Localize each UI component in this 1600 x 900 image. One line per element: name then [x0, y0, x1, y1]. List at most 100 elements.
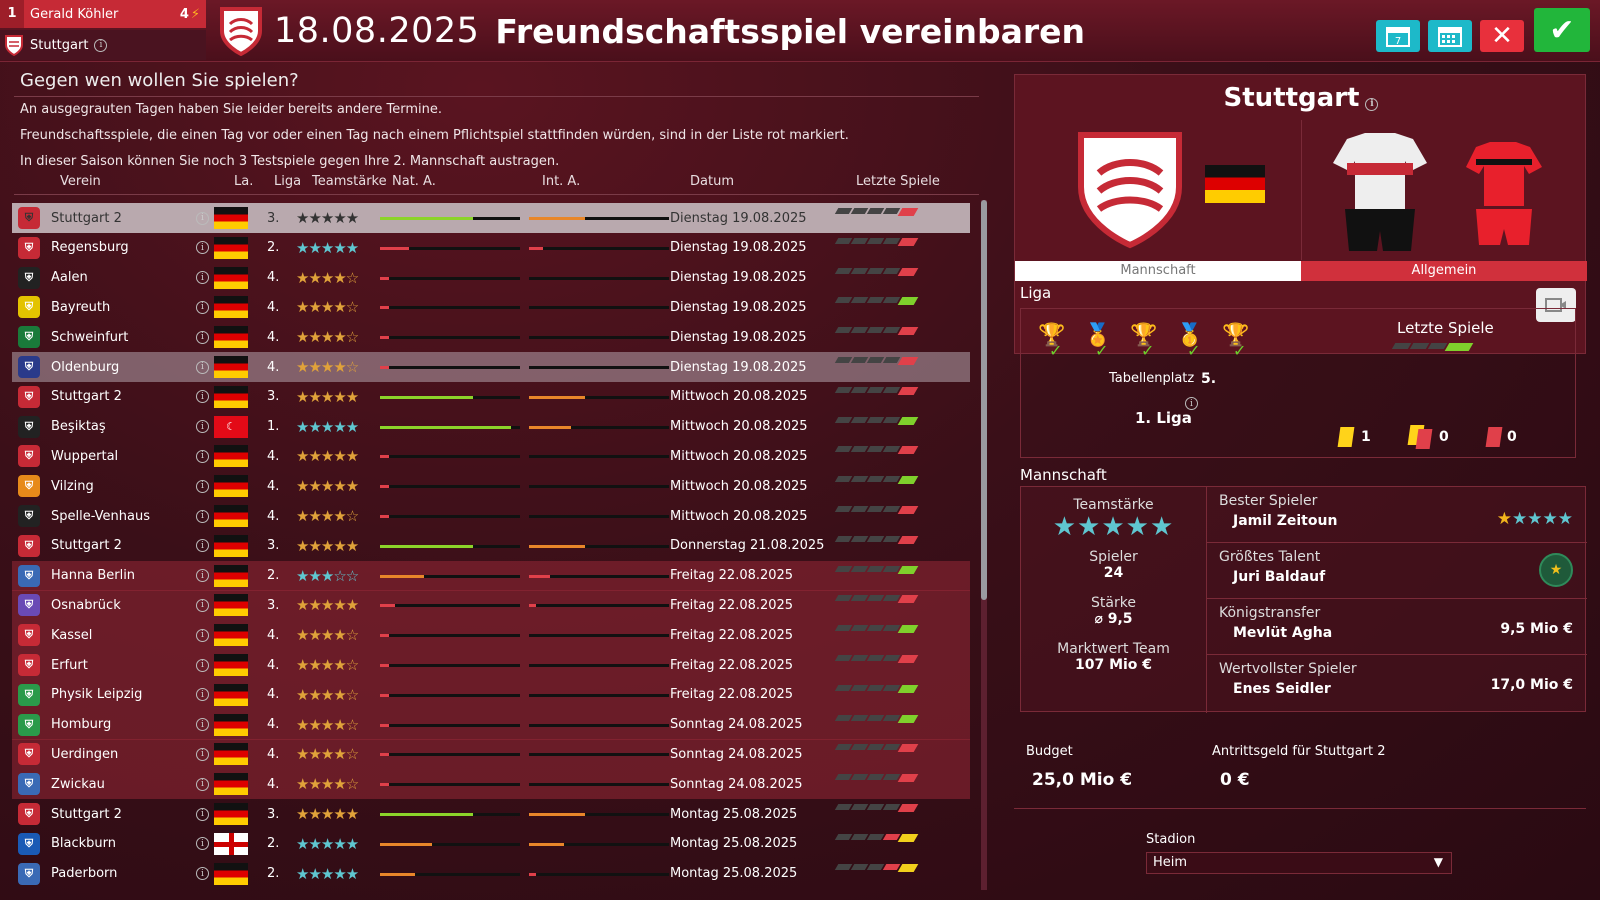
tab-team[interactable]: Mannschaft [1015, 261, 1301, 281]
info-icon[interactable]: i [196, 837, 209, 851]
info-icon[interactable]: i [196, 688, 209, 702]
table-row[interactable]: ⛨ Zwickau i 4. ★★★★☆ Sonntag 24.08.2025 [12, 769, 970, 800]
confirm-button[interactable]: ✔ [1534, 8, 1590, 52]
valuable-name: Enes Seidler [1233, 681, 1331, 697]
table-row[interactable]: ⛨ Oldenburg i 4. ★★★★☆ Dienstag 19.08.20… [12, 352, 970, 382]
info-icon[interactable]: i [196, 598, 209, 612]
transfer-row[interactable]: Königstransfer Mevlüt Agha 9,5 Mio € [1207, 599, 1587, 655]
info-icon[interactable]: i [196, 300, 209, 314]
talent-label: Größtes Talent [1219, 549, 1321, 565]
table-row[interactable]: ⛨ Stuttgart 2 i 3. ★★★★★ Montag 25.08.20… [12, 799, 970, 829]
strength-stars: ★★★★★ [296, 596, 359, 615]
manager-badge[interactable]: 1 Gerald Köhler 4 ⚡ [0, 0, 206, 28]
table-position: 5. [1201, 371, 1217, 387]
info-icon[interactable]: i [196, 211, 209, 225]
strength-stars: ★★★★★ [296, 417, 359, 436]
table-row[interactable]: ⛨ Vilzing i 4. ★★★★★ Mittwoch 20.08.2025 [12, 471, 970, 501]
col-strength[interactable]: Teamstärke [312, 174, 387, 189]
info-icon[interactable]: i [196, 479, 209, 493]
last-games-bar [834, 863, 919, 872]
info-icon[interactable]: i [196, 449, 209, 463]
table-row[interactable]: ⛨ Schweinfurt i 4. ★★★★☆ Dienstag 19.08.… [12, 322, 970, 352]
info-icon[interactable]: i [196, 539, 209, 553]
col-date[interactable]: Datum [690, 174, 734, 189]
info-icon[interactable]: i [196, 628, 209, 642]
club-crest-icon: ⛨ [18, 475, 40, 498]
info-icon[interactable]: i [196, 658, 209, 672]
team-box: Teamstärke ★★★★★ Spieler 24 Stärke ⌀ 9,5… [1020, 486, 1587, 713]
red-card-icon [1485, 427, 1503, 447]
last-games-bar [834, 535, 919, 544]
table-row[interactable]: ⛨ Stuttgart 2 i 3. ★★★★★ Mittwoch 20.08.… [12, 382, 970, 412]
table-row[interactable]: ⛨ Paderborn i 2. ★★★★★ Montag 25.08.2025 [12, 859, 970, 889]
table-row[interactable]: ⛨ Spelle-Venhaus i 4. ★★★★☆ Mittwoch 20.… [12, 501, 970, 531]
table-row[interactable]: ⛨ Blackburn i 2. ★★★★★ Montag 25.08.2025 [12, 829, 970, 859]
table-row[interactable]: ⛨ Bayreuth i 4. ★★★★☆ Dienstag 19.08.202… [12, 292, 970, 322]
table-row[interactable]: ⛨ Stuttgart 2 i 3. ★★★★★ Dienstag 19.08.… [12, 203, 970, 233]
tab-general[interactable]: Allgemein [1301, 261, 1587, 281]
country-flag [214, 564, 248, 587]
detail-club-name: Stuttgart i [1015, 83, 1587, 113]
date-cell: Freitag 22.08.2025 [670, 568, 794, 584]
league-cell: 4. [267, 746, 280, 762]
info-icon[interactable]: i [196, 569, 209, 583]
info-icon[interactable]: i [196, 747, 209, 761]
info-icon[interactable]: i [196, 718, 209, 732]
info-icon[interactable]: i [196, 867, 209, 881]
table-row[interactable]: ⛨ Erfurt i 4. ★★★★☆ Freitag 22.08.2025 [12, 650, 970, 680]
scrollbar-thumb[interactable] [981, 200, 987, 600]
table-row[interactable]: ⛨ Uerdingen i 4. ★★★★☆ Sonntag 24.08.202… [12, 739, 970, 770]
info-icon[interactable]: i [196, 241, 209, 255]
league-cell: 4. [267, 478, 280, 494]
table-row[interactable]: ⛨ Beşiktaş i ☾ 1. ★★★★★ Mittwoch 20.08.2… [12, 412, 970, 442]
valuable-row[interactable]: Wertvollster Spieler Enes Seidler 17,0 M… [1207, 655, 1587, 711]
nat-bar [380, 723, 520, 727]
market-label: Marktwert Team [1057, 641, 1170, 657]
table-row[interactable]: ⛨ Hanna Berlin i 2. ★★★☆☆ Freitag 22.08.… [12, 560, 970, 591]
info-icon[interactable]: i [196, 420, 209, 434]
col-nat[interactable]: Nat. A. [392, 174, 436, 189]
info-icon[interactable]: i [196, 360, 209, 374]
cancel-button[interactable]: ✕ [1480, 20, 1524, 52]
col-league[interactable]: Liga [274, 174, 301, 189]
calendar-month-button[interactable] [1428, 20, 1472, 52]
calendar-day-button[interactable]: 7 [1376, 20, 1420, 52]
info-icon[interactable]: i [94, 38, 108, 52]
info-icon[interactable]: i [196, 390, 209, 404]
league-cell: 2. [267, 240, 280, 256]
away-kit-icon [1466, 142, 1542, 245]
table-row[interactable]: ⛨ Physik Leipzig i 4. ★★★★☆ Freitag 22.0… [12, 679, 970, 710]
league-cell: 4. [267, 359, 280, 375]
col-country[interactable]: La. [234, 174, 253, 189]
int-bar [529, 813, 669, 816]
nat-bar [380, 693, 520, 697]
table-row[interactable]: ⛨ Regensburg i 2. ★★★★★ Dienstag 19.08.2… [12, 233, 970, 263]
best-player-row[interactable]: Bester Spieler Jamil Zeitoun ★★★★★ [1207, 487, 1587, 543]
info-icon[interactable]: i [1365, 97, 1379, 111]
info-icon[interactable]: i [196, 777, 209, 791]
table-row[interactable]: ⛨ Homburg i 4. ★★★★☆ Sonntag 24.08.2025 [12, 709, 970, 740]
info-icon[interactable]: i [196, 509, 209, 523]
info-icon[interactable]: i [196, 271, 209, 285]
scrollbar[interactable] [981, 200, 987, 890]
col-int[interactable]: Int. A. [542, 174, 580, 189]
talent-row[interactable]: Größtes Talent Juri Baldauf ★ [1207, 543, 1587, 599]
strength-stars: ★★★★☆ [296, 685, 359, 704]
table-row[interactable]: ⛨ Stuttgart 2 i 3. ★★★★★ Donnerstag 21.0… [12, 531, 970, 561]
table-row[interactable]: ⛨ Aalen i 4. ★★★★☆ Dienstag 19.08.2025 [12, 263, 970, 293]
info-icon[interactable]: i [196, 330, 209, 344]
club-row[interactable]: Stuttgart i [0, 30, 206, 60]
club-name: Zwickau [51, 776, 105, 792]
club-crest-icon: ⛨ [18, 266, 40, 289]
stadium-select[interactable]: Heim ▼ [1146, 852, 1452, 874]
red-card-overlay [1415, 429, 1433, 449]
league-cell: 2. [267, 866, 280, 882]
table-row[interactable]: ⛨ Osnabrück i 3. ★★★★★ Freitag 22.08.202… [12, 590, 970, 621]
table-row[interactable]: ⛨ Wuppertal i 4. ★★★★★ Mittwoch 20.08.20… [12, 441, 970, 471]
col-last[interactable]: Letzte Spiele [856, 174, 940, 189]
int-bar [529, 574, 669, 578]
info-icon[interactable]: i [196, 807, 209, 821]
col-club[interactable]: Verein [60, 174, 101, 189]
club-crest-icon: ⛨ [18, 445, 40, 468]
table-row[interactable]: ⛨ Kassel i 4. ★★★★☆ Freitag 22.08.2025 [12, 620, 970, 651]
